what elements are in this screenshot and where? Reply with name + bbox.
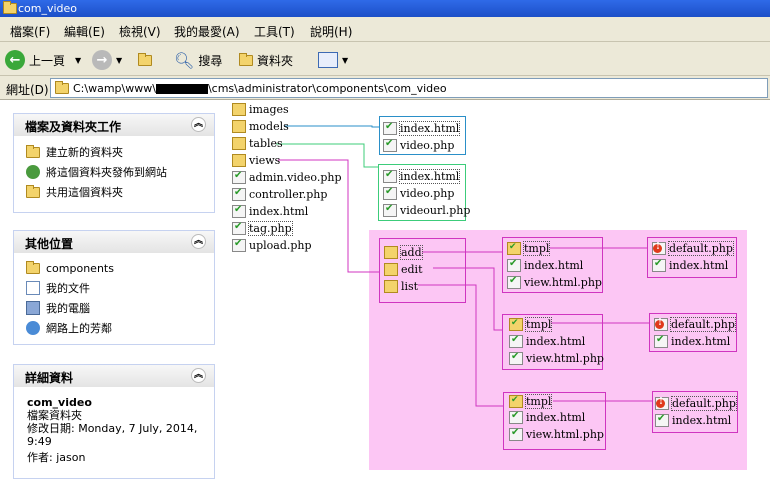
file-label: tag.php: [248, 221, 293, 236]
edit-tmpl-folder[interactable]: tmpl: [509, 317, 553, 332]
file-label: tables: [249, 137, 283, 150]
file-label: tmpl: [524, 317, 553, 332]
file-label: videourl.php: [400, 204, 471, 217]
file-label: upload.php: [249, 239, 312, 252]
folder-views[interactable]: views: [232, 153, 280, 168]
add-tmpl-index-html[interactable]: index.html: [652, 258, 728, 273]
tables-video-php[interactable]: video.php: [383, 186, 454, 201]
file-label: tmpl: [524, 394, 553, 409]
file-label: edit: [401, 263, 423, 276]
html-file-icon: [654, 334, 668, 348]
php-file-icon: [383, 138, 397, 152]
php-file-icon: [232, 221, 246, 235]
list-index-html[interactable]: index.html: [509, 410, 585, 425]
html-file-icon: [655, 413, 669, 427]
html-file-icon: [507, 258, 521, 272]
views-folder-list[interactable]: list: [384, 279, 418, 294]
folder-icon: [509, 395, 523, 408]
php-file-icon: [232, 187, 246, 201]
html-file-icon: [509, 410, 523, 424]
add-view-html-php[interactable]: view.html.php: [507, 275, 602, 290]
file-label: admin.video.php: [249, 171, 342, 184]
php-file-icon: [383, 203, 397, 217]
file-index-html[interactable]: index.html: [232, 204, 308, 219]
list-tmpl-folder[interactable]: tmpl: [509, 394, 553, 409]
add-default-php[interactable]: default.php: [652, 241, 734, 256]
file-label: views: [249, 154, 281, 167]
file-label: list: [401, 280, 419, 293]
file-label: index.html: [398, 121, 461, 136]
models-video-php[interactable]: video.php: [383, 138, 454, 153]
warning-file-icon: [654, 318, 668, 331]
folder-icon: [384, 280, 398, 293]
models-index-html[interactable]: index.html: [383, 121, 461, 136]
php-file-icon: [232, 238, 246, 252]
file-label: index.html: [672, 414, 732, 427]
file-label: tmpl: [522, 241, 551, 256]
file-label: view.html.php: [526, 352, 604, 365]
folder-icon: [232, 103, 246, 116]
add-tmpl-folder[interactable]: tmpl: [507, 241, 551, 256]
file-label: index.html: [526, 411, 586, 424]
list-tmpl-index-html[interactable]: index.html: [655, 413, 731, 428]
views-folder-edit[interactable]: edit: [384, 262, 423, 277]
file-label: index.html: [671, 335, 731, 348]
php-file-icon: [383, 186, 397, 200]
folder-models[interactable]: models: [232, 119, 289, 134]
html-file-icon: [383, 121, 397, 135]
php-file-icon: [232, 170, 246, 184]
add-index-html[interactable]: index.html: [507, 258, 583, 273]
html-file-icon: [383, 169, 397, 183]
edit-view-html-php[interactable]: view.html.php: [509, 351, 604, 366]
warning-file-icon: [652, 242, 666, 255]
list-default-php[interactable]: default.php: [655, 396, 737, 411]
file-label: view.html.php: [524, 276, 602, 289]
folder-icon: [232, 137, 246, 150]
views-folder-add[interactable]: add: [384, 245, 423, 260]
html-file-icon: [652, 258, 666, 272]
file-label: add: [400, 245, 423, 260]
tables-index-html[interactable]: index.html: [383, 169, 461, 184]
file-label: default.php: [671, 396, 737, 411]
html-file-icon: [509, 334, 523, 348]
file-label: index.html: [249, 205, 309, 218]
file-label: index.html: [669, 259, 729, 272]
file-label: view.html.php: [526, 428, 604, 441]
php-file-icon: [509, 351, 523, 365]
folder-icon: [509, 318, 523, 331]
file-label: video.php: [400, 139, 455, 152]
edit-default-php[interactable]: default.php: [654, 317, 736, 332]
folder-icon: [232, 154, 246, 167]
file-label: index.html: [398, 169, 461, 184]
file-label: video.php: [400, 187, 455, 200]
folder-icon: [384, 246, 398, 259]
file-label: controller.php: [249, 188, 328, 201]
html-file-icon: [232, 204, 246, 218]
folder-images[interactable]: images: [232, 102, 289, 117]
file-controller-php[interactable]: controller.php: [232, 187, 327, 202]
file-admin-video-php[interactable]: admin.video.php: [232, 170, 342, 185]
folder-icon: [507, 242, 521, 255]
edit-tmpl-index-html[interactable]: index.html: [654, 334, 730, 349]
folder-icon: [232, 120, 246, 133]
file-label: default.php: [668, 241, 734, 256]
php-file-icon: [509, 427, 523, 441]
php-file-icon: [507, 275, 521, 289]
file-label: index.html: [526, 335, 586, 348]
folder-tables[interactable]: tables: [232, 136, 283, 151]
file-upload-php[interactable]: upload.php: [232, 238, 312, 253]
file-label: default.php: [670, 317, 736, 332]
folder-icon: [384, 263, 398, 276]
file-tag-php[interactable]: tag.php: [232, 221, 293, 236]
warning-file-icon: [655, 397, 669, 410]
edit-index-html[interactable]: index.html: [509, 334, 585, 349]
tables-videourl-php[interactable]: videourl.php: [383, 203, 470, 218]
list-view-html-php[interactable]: view.html.php: [509, 427, 604, 442]
file-label: index.html: [524, 259, 584, 272]
file-label: models: [249, 120, 289, 133]
file-label: images: [249, 103, 289, 116]
